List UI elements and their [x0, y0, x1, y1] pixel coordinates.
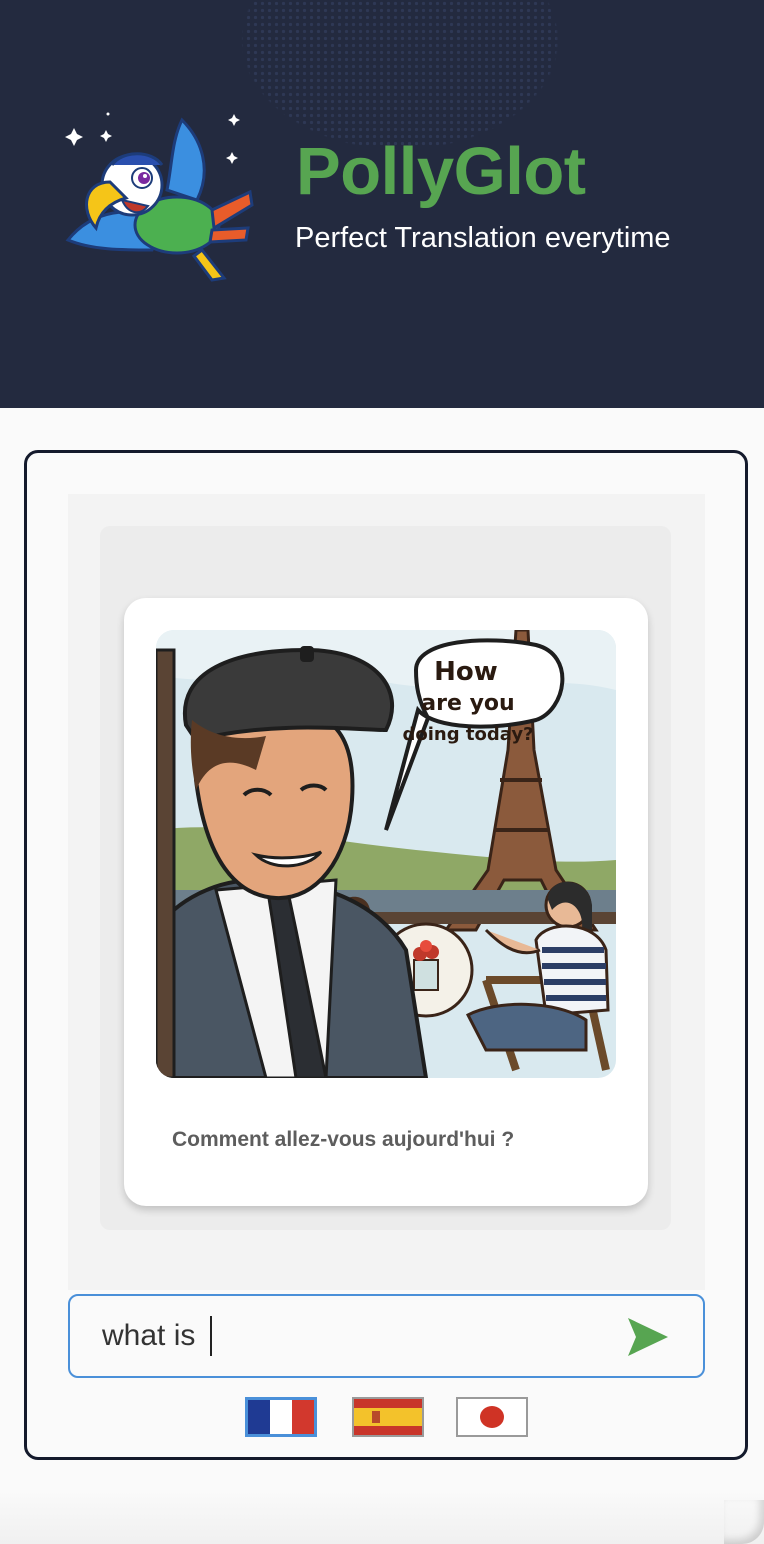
send-arrow-icon[interactable] — [626, 1316, 670, 1358]
speech-bubble-line-2: are you — [421, 691, 514, 716]
translate-input[interactable] — [102, 1316, 602, 1356]
translate-input-box — [68, 1294, 705, 1378]
app-header: PollyGlot Perfect Translation everytime — [0, 0, 764, 408]
flag-spanish-button[interactable] — [352, 1397, 424, 1437]
chat-area: How are you doing today? Comment allez-v… — [68, 494, 705, 1290]
paris-illustration: How are you doing today? — [156, 630, 616, 1078]
speech-bubble-line-1: How — [434, 657, 498, 687]
speech-bubble-line-3: doing today? — [402, 724, 533, 745]
app-subtitle: Perfect Translation everytime — [295, 222, 671, 254]
translator-panel: How are you doing today? Comment allez-v… — [24, 450, 748, 1460]
flag-french-button[interactable] — [245, 1397, 317, 1437]
flag-japanese-button[interactable] — [456, 1397, 528, 1437]
app-title: PollyGlot — [296, 134, 586, 209]
parrot-logo-icon — [65, 112, 254, 282]
bottom-edge — [0, 1490, 764, 1544]
text-caret — [210, 1316, 212, 1356]
translated-text: Comment allez-vous aujourd'hui ? — [172, 1128, 515, 1151]
chat-message-container: How are you doing today? Comment allez-v… — [100, 526, 671, 1230]
translation-card: How are you doing today? Comment allez-v… — [124, 598, 648, 1206]
